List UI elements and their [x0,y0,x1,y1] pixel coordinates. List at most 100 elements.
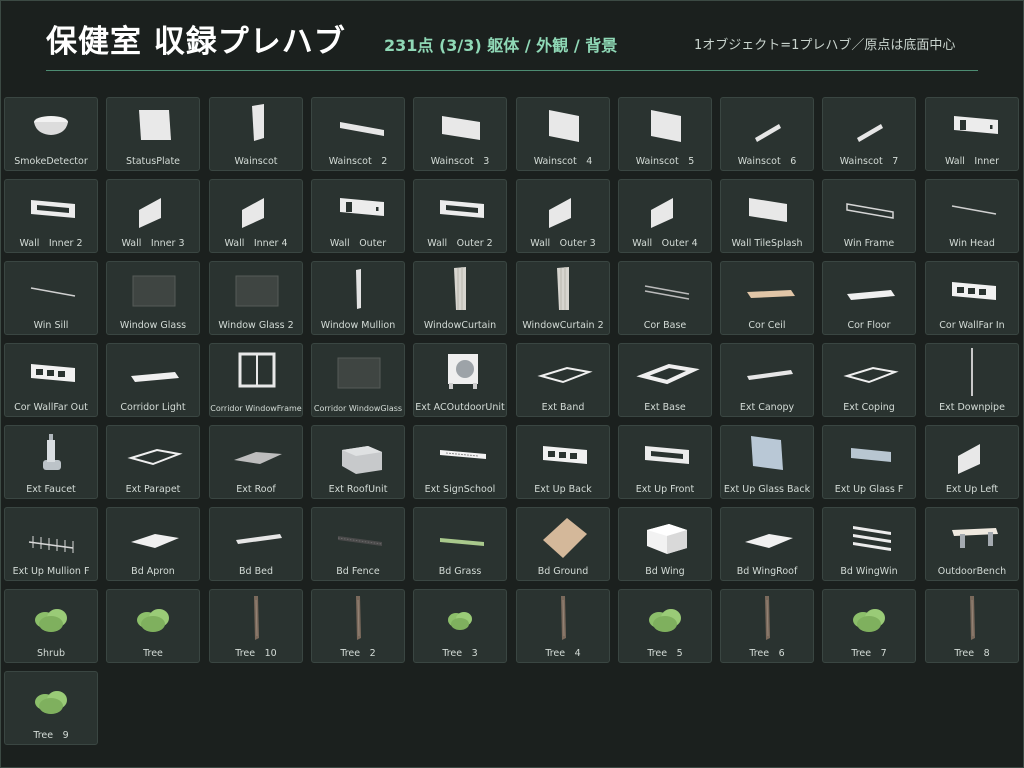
prefab-card[interactable]: Tree 10 [209,589,303,663]
prefab-card[interactable]: Win Head [925,179,1019,253]
prefab-card[interactable]: Ext Downpipe [925,343,1019,417]
prefab-card[interactable]: Bd Apron [106,507,200,581]
prefab-card[interactable]: Wainscot 4 [516,97,610,171]
prefab-card[interactable]: Cor WallFar Out [4,343,98,417]
prefab-card[interactable]: Corridor WindowGlass [311,343,405,417]
prefab-card[interactable]: Bd WingRoof [720,507,814,581]
glass-icon [210,262,302,318]
prefab-card[interactable]: Tree [106,589,200,663]
prefab-label: Ext Downpipe [939,402,1005,413]
prefab-card[interactable]: Window Glass [106,261,200,335]
prefab-card[interactable]: Window Glass 2 [209,261,303,335]
ring-flat-icon [823,344,915,400]
prefab-card[interactable]: Window Mullion [311,261,405,335]
prefab-card[interactable]: Wall Outer 4 [618,179,712,253]
prefab-card[interactable]: OutdoorBench [925,507,1019,581]
smoke-detector-icon [5,98,97,154]
prefab-card[interactable]: Cor Ceil [720,261,814,335]
prefab-card[interactable]: Wall Inner [925,97,1019,171]
prefab-card[interactable]: SmokeDetector [4,97,98,171]
prefab-label: Bd Wing [645,566,685,577]
prefab-label: Bd Ground [537,566,589,577]
prefab-card[interactable]: Wainscot 7 [822,97,916,171]
stripes-icon [823,508,915,564]
prefab-label: Wall Outer 4 [632,238,698,249]
prefab-card[interactable]: StatusPlate [106,97,200,171]
prefab-label: Tree 2 [340,648,376,659]
prefab-card[interactable]: Bd Wing [618,507,712,581]
prefab-card[interactable]: Wainscot [209,97,303,171]
prefab-card[interactable]: Ext Up Back [516,425,610,499]
prefab-card[interactable]: Ext ACOutdoorUnit [413,343,507,417]
prefab-card[interactable]: Ext Base [618,343,712,417]
panel-skew-icon [926,426,1018,482]
prefab-card[interactable]: Wall Inner 2 [4,179,98,253]
prefab-card[interactable]: Wall Inner 4 [209,179,303,253]
prefab-card[interactable]: Ext Up Front [618,425,712,499]
prefab-card[interactable]: Tree 9 [4,671,98,745]
prefab-label: Tree [143,648,163,659]
prefab-card[interactable]: Ext Band [516,343,610,417]
prefab-card[interactable]: Wall Inner 3 [106,179,200,253]
prefab-card[interactable]: Wainscot 2 [311,97,405,171]
prefab-card[interactable]: Ext Canopy [720,343,814,417]
prefab-card[interactable]: Tree 3 [413,589,507,663]
prefab-card[interactable]: Bd Ground [516,507,610,581]
prefab-card[interactable]: Wainscot 3 [413,97,507,171]
prefab-card[interactable]: Tree 5 [618,589,712,663]
prefab-card[interactable]: Bd Bed [209,507,303,581]
prefab-card[interactable]: Ext Parapet [106,425,200,499]
prefab-card[interactable]: Bd WingWin [822,507,916,581]
prefab-card[interactable]: WindowCurtain 2 [516,261,610,335]
prefab-card[interactable]: Bd Fence [311,507,405,581]
prefab-card[interactable]: Win Sill [4,261,98,335]
prefab-label: Ext ACOutdoorUnit [415,402,505,413]
prefab-card[interactable]: Ext RoofUnit [311,425,405,499]
prefab-label: Cor WallFar Out [14,402,88,413]
prefab-card[interactable]: Wall Outer [311,179,405,253]
prefab-label: Wainscot 6 [737,156,797,167]
prefab-card[interactable]: Wainscot 6 [720,97,814,171]
strip-flat-icon [721,344,813,400]
prefab-label: Ext Up Left [945,484,999,495]
sign-icon [414,426,506,482]
prefab-card[interactable]: Ext Up Glass Back [720,425,814,499]
prefab-card[interactable]: Corridor WindowFrame [209,343,303,417]
diag-strip-icon [823,98,915,154]
prefab-card[interactable]: Tree 8 [925,589,1019,663]
prefab-card[interactable]: Wainscot 5 [618,97,712,171]
prefab-card[interactable]: Ext Up Glass F [822,425,916,499]
prefab-card[interactable]: Ext SignSchool [413,425,507,499]
prefab-card[interactable]: Cor Base [618,261,712,335]
prefab-card[interactable]: Corridor Light [106,343,200,417]
prefab-card[interactable]: Tree 7 [822,589,916,663]
prefab-card[interactable]: Ext Roof [209,425,303,499]
bush-icon [107,590,199,646]
flat-white-icon [823,262,915,318]
prefab-card[interactable]: Shrub [4,589,98,663]
prefab-label: Cor Base [643,320,687,331]
prefab-card[interactable]: Wall Outer 3 [516,179,610,253]
prefab-card[interactable]: WindowCurtain [413,261,507,335]
prefab-card[interactable]: Ext Up Mullion F [4,507,98,581]
prefab-card[interactable]: Tree 6 [720,589,814,663]
trunk-icon [721,590,813,646]
prefab-card[interactable]: Cor WallFar In [925,261,1019,335]
prefab-card[interactable]: Cor Floor [822,261,916,335]
fence-icon [5,508,97,564]
prefab-card[interactable]: Wall Outer 2 [413,179,507,253]
prefab-card[interactable]: Bd Grass [413,507,507,581]
curtain-icon [414,262,506,318]
flat-tan-icon [721,262,813,318]
prefab-card[interactable]: Tree 2 [311,589,405,663]
prefab-card[interactable]: Ext Up Left [925,425,1019,499]
prefab-card[interactable]: Tree 4 [516,589,610,663]
prefab-label: StatusPlate [125,156,181,167]
prefab-label: Tree 5 [647,648,683,659]
prefab-card[interactable]: Ext Faucet [4,425,98,499]
prefab-card[interactable]: Ext Coping [822,343,916,417]
prefab-card[interactable]: Wall TileSplash [720,179,814,253]
prefab-label: Wall Inner 3 [121,238,185,249]
ring-flat-icon [517,344,609,400]
prefab-card[interactable]: Win Frame [822,179,916,253]
